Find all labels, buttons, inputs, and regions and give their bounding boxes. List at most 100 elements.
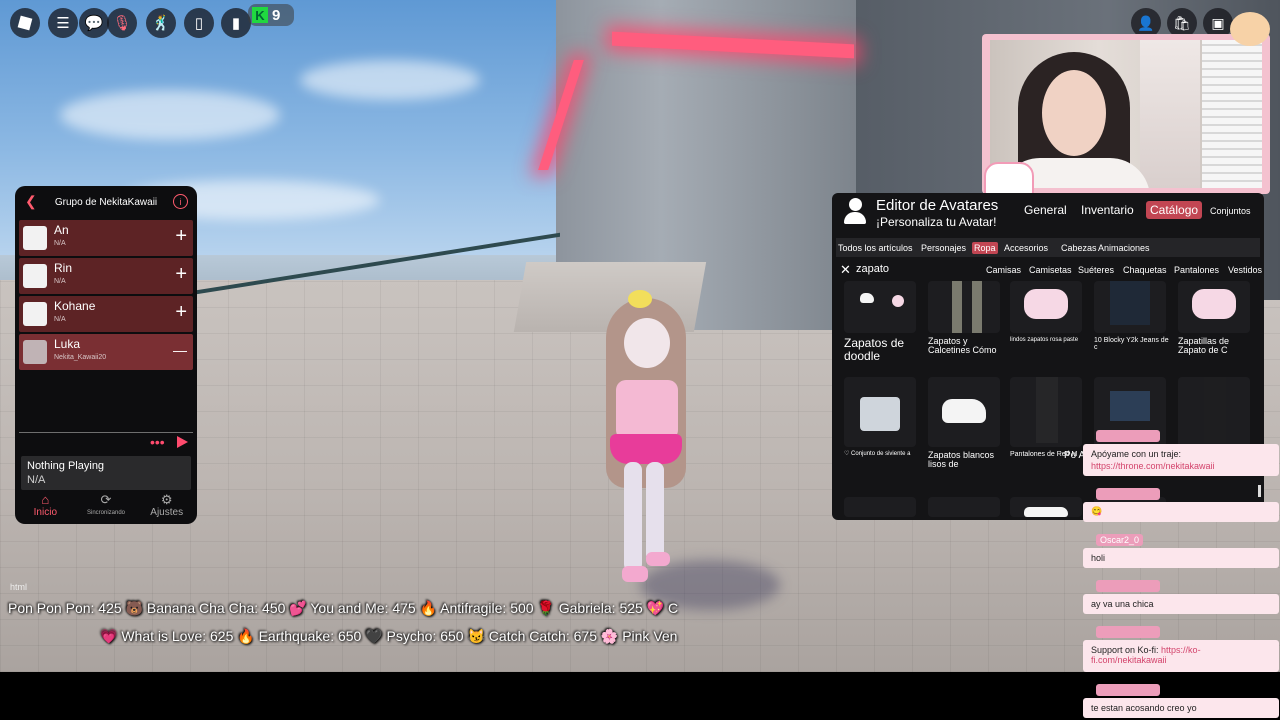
now-playing: Nothing Playing N/A <box>21 456 191 490</box>
catalog-item[interactable] <box>844 497 920 517</box>
catalog-item[interactable]: 10 Blocky Y2k Jeans de c <box>1094 281 1170 352</box>
catalog-item[interactable] <box>928 497 1004 517</box>
group-member-row[interactable]: Kohane N/A + <box>19 296 193 332</box>
k-badge-count: 9 <box>272 6 281 24</box>
catalog-item[interactable]: Zapatos y Calcetines Cómo <box>928 281 1004 356</box>
category-accesorios[interactable]: Accesorios <box>1004 243 1048 253</box>
gear-icon: ⚙ <box>160 492 173 507</box>
chat-username <box>1096 430 1160 442</box>
nav-general[interactable]: General <box>1024 203 1067 217</box>
subcategory-chaquetas[interactable]: Chaquetas <box>1123 265 1167 275</box>
chat-username <box>1096 684 1160 696</box>
category-todos[interactable]: Todos los artículos <box>838 243 913 253</box>
chat-message: Support on Ko-fi: https://ko-fi.com/neki… <box>1083 640 1279 672</box>
member-name: Rin <box>54 261 73 275</box>
inventory-button[interactable]: ▯ <box>184 8 214 38</box>
chat-message: ay va una chica <box>1083 594 1279 614</box>
group-panel: ❮ Grupo de NekitaKawaii i An N/A + Rin N… <box>15 186 197 524</box>
chat-username <box>1096 626 1160 638</box>
info-icon[interactable]: i <box>173 194 188 209</box>
subcategory-pantalones[interactable]: Pantalones <box>1174 265 1219 275</box>
song-ticker-line-2: 💗 What is Love: 625 🔥 Earthquake: 650 🖤 … <box>100 628 678 644</box>
catalog-item[interactable]: ♡ Conjunto de siviente a <box>844 377 920 457</box>
nav-conjuntos[interactable]: Conjuntos <box>1210 206 1251 216</box>
divider <box>19 432 193 433</box>
avatar <box>23 340 47 364</box>
backpack-button[interactable]: ▮ <box>221 8 251 38</box>
add-member-button[interactable]: + <box>175 301 187 323</box>
cloud <box>60 90 280 140</box>
cart-icon: ▣ <box>1211 14 1225 31</box>
category-animaciones[interactable]: Animaciones <box>1098 243 1150 253</box>
hamburger-icon: ☰ <box>56 15 70 32</box>
avatar <box>23 264 47 288</box>
emote-button[interactable]: 🕺 <box>146 8 176 38</box>
subcategory-sueteres[interactable]: Suéteres <box>1078 265 1114 275</box>
search-input[interactable]: zapato <box>856 263 889 275</box>
chat-message: te estan acosando creo yo <box>1083 698 1279 718</box>
subcategory-camisas[interactable]: Camisas <box>986 265 1021 275</box>
roblox-menu-button[interactable] <box>10 8 40 38</box>
bag-icon: 🛍 <box>1173 14 1191 31</box>
member-name: Luka <box>54 337 81 351</box>
k-logo-icon: K <box>252 7 268 23</box>
chat-username <box>1096 488 1160 500</box>
member-status: N/A <box>54 240 66 247</box>
tab-inicio[interactable]: ⌂ Inicio <box>15 492 76 524</box>
chat-button[interactable]: 💬 <box>79 8 109 38</box>
catalog-item[interactable]: Pantalones de Red M <box>1010 377 1086 458</box>
person-icon: 👤 <box>1137 14 1155 31</box>
chat-username: Oscar2_0 <box>1096 534 1144 546</box>
bookmark-icon: ▮ <box>231 15 241 32</box>
category-personajes[interactable]: Personajes <box>921 243 966 253</box>
avatar <box>23 302 47 326</box>
subcategory-camisetas[interactable]: Camisetas <box>1029 265 1072 275</box>
tab-sincronizando[interactable]: ⟳ Sincronizando <box>76 492 137 524</box>
play-icon[interactable] <box>177 436 188 448</box>
microphone-muted-icon: 🎙 <box>112 15 132 32</box>
member-name: Kohane <box>54 299 96 313</box>
remove-member-button[interactable]: — <box>173 339 187 361</box>
nav-inventario[interactable]: Inventario <box>1081 203 1134 217</box>
k-badge[interactable]: K 9 <box>248 4 294 26</box>
back-arrow-icon[interactable]: ❮ <box>25 193 37 210</box>
dance-icon: 🕺 <box>151 15 171 32</box>
tab-ajustes[interactable]: ⚙ Ajustes <box>136 492 197 524</box>
category-ropa[interactable]: Ropa <box>972 242 998 254</box>
group-member-row[interactable]: Rin N/A + <box>19 258 193 294</box>
category-cabezas[interactable]: Cabezas <box>1061 243 1097 253</box>
clear-search-icon[interactable]: ✕ <box>840 262 851 278</box>
nav-catalogo[interactable]: Catálogo <box>1146 201 1203 219</box>
scrollbar[interactable] <box>1258 485 1261 497</box>
catalog-item[interactable] <box>1010 497 1086 517</box>
chat-message: Apóyame con un traje: https://throne.com… <box>1083 444 1279 476</box>
member-status: Nekita_Kawaii20 <box>54 354 107 361</box>
catalog-item[interactable]: Zapatos de doodle <box>844 281 920 362</box>
webcam-feed <box>990 40 1262 188</box>
cat-sticker <box>984 162 1034 196</box>
member-status: N/A <box>54 278 66 285</box>
catalog-item[interactable]: Zapatos blancos lisos de <box>928 377 1004 470</box>
member-status: N/A <box>54 316 66 323</box>
chat-link[interactable]: https://throne.com/nekitakawaii <box>1091 461 1215 471</box>
add-member-button[interactable]: + <box>175 263 187 285</box>
menu-button[interactable]: ☰ <box>48 8 78 38</box>
group-member-row[interactable]: Luka Nekita_Kawaii20 — <box>19 334 193 370</box>
chat-username <box>1096 580 1160 592</box>
catalog-grid: Zapatos de doodle Zapatos y Calcetines C… <box>838 281 1258 517</box>
sync-icon: ⟳ <box>100 492 112 507</box>
group-member-row[interactable]: An N/A + <box>19 220 193 256</box>
roblox-logo-icon <box>17 15 33 31</box>
more-options-icon[interactable]: ••• <box>150 434 165 450</box>
cloud <box>300 60 480 100</box>
card-icon: ▯ <box>194 15 204 32</box>
catalog-item[interactable] <box>1178 377 1254 447</box>
mic-button[interactable]: 🎙 <box>107 8 137 38</box>
cat-sticker <box>1230 12 1270 46</box>
catalog-item[interactable]: lindos zapatos rosa paste <box>1010 281 1086 343</box>
subcategory-vestidos[interactable]: Vestidos <box>1228 265 1262 275</box>
catalog-item[interactable]: Zapatillas de Zapato de C <box>1178 281 1254 356</box>
editor-title: Editor de Avatares <box>876 197 999 214</box>
overlay-label: html <box>10 582 28 592</box>
add-member-button[interactable]: + <box>175 225 187 247</box>
